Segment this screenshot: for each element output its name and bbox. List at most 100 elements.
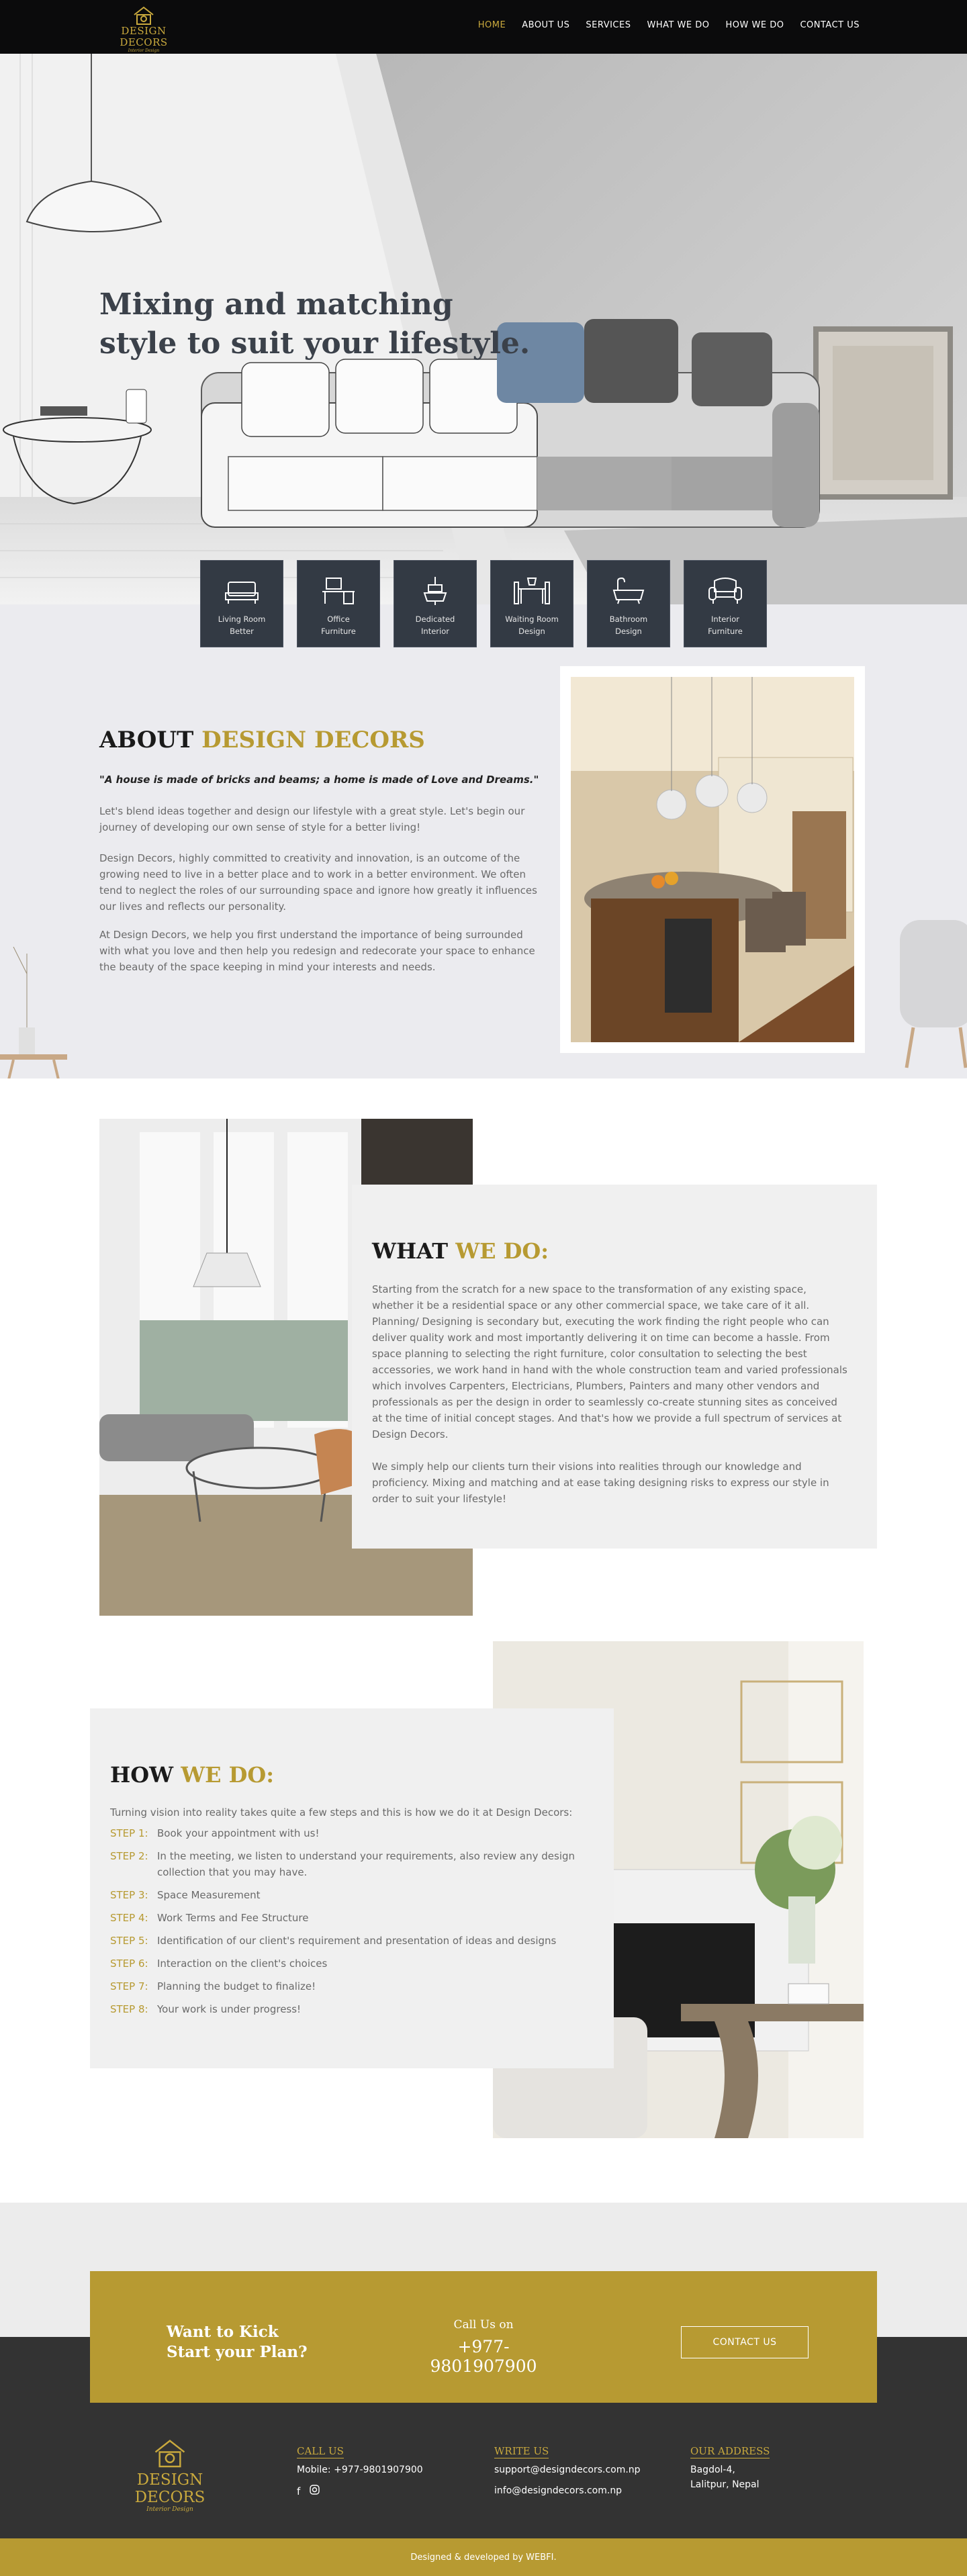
how-title-highlight: WE DO: [181, 1762, 275, 1788]
service-tile-label: Bathroom Design [609, 614, 648, 636]
social-links: f [297, 2481, 423, 2501]
service-tile-label: Interior Furniture [708, 614, 743, 636]
what-title-highlight: WE DO: [455, 1238, 549, 1264]
facebook-icon[interactable]: f [297, 2481, 300, 2501]
step-number: STEP 3: [110, 1889, 148, 1901]
how-we-do-title: HOW WE DO: [110, 1762, 587, 1788]
service-tile-label: Office Furniture [321, 614, 356, 636]
cta-call: Call Us on +977-9801907900 [416, 2318, 551, 2376]
about-paragraph-3: At Design Decors, we help you first unde… [99, 929, 535, 973]
nav-contact-us[interactable]: CONTACT US [800, 20, 860, 30]
cta-kick-text: Want to Kick Start your Plan? [167, 2322, 308, 2362]
dining-icon [514, 578, 550, 604]
cta-kick-line2: Start your Plan? [167, 2343, 308, 2361]
step-number: STEP 8: [110, 2003, 148, 2015]
how-step: STEP 3: Space Measurement [110, 1887, 587, 1903]
step-text: Identification of our client's requireme… [157, 1935, 557, 1947]
service-tile[interactable]: Waiting Room Design [490, 560, 573, 647]
service-tile[interactable]: Interior Furniture [684, 560, 767, 647]
step-number: STEP 6: [110, 1958, 148, 1970]
decor-armchair-icon [900, 920, 967, 1068]
kitchen-photo [571, 677, 854, 1042]
cta-kick-line1: Want to Kick [167, 2323, 279, 2341]
footer-email-support[interactable]: support@designdecors.com.np [494, 2463, 641, 2477]
footer-logo-brand: DESIGN DECORS [134, 2471, 205, 2506]
what-paragraph-1: Starting from the scratch for a new spac… [372, 1283, 847, 1440]
what-we-do-card: WHAT WE DO: Starting from the scratch fo… [352, 1185, 877, 1549]
footer-address-line2: Lalitpur, Nepal [690, 2479, 759, 2490]
footer-write-title: WRITE US [494, 2445, 549, 2458]
how-step: STEP 8: Your work is under progress! [110, 2001, 587, 2017]
hero-heading-line1: Mixing and matching [99, 287, 453, 322]
step-number: STEP 2: [110, 1850, 148, 1862]
how-step: STEP 2: In the meeting, we listen to unde… [110, 1848, 587, 1880]
footer-call-column: CALL US Mobile: +977-9801907900 f [297, 2442, 423, 2501]
how-we-do-card: HOW WE DO: Turning vision into reality t… [90, 1708, 614, 2068]
service-tile[interactable]: Bathroom Design [587, 560, 670, 647]
nav-home[interactable]: HOME [478, 20, 506, 30]
how-step: STEP 6: Interaction on the client's choic… [110, 1956, 587, 1972]
nav-about-us[interactable]: ABOUT US [522, 20, 569, 30]
step-text: Work Terms and Fee Structure [157, 1912, 309, 1924]
nav-services[interactable]: SERVICES [586, 20, 631, 30]
service-tile-label: Living Room Better [218, 614, 266, 636]
about-quote: "A house is made of bricks and beams; a … [99, 774, 539, 786]
house-logo-icon [154, 2440, 185, 2468]
step-text: Your work is under progress! [157, 2003, 302, 2015]
lamp-icon [423, 577, 447, 605]
armchair-icon [708, 578, 742, 604]
cta-call-title: Call Us on [453, 2318, 514, 2332]
step-text: Book your appointment with us! [157, 1827, 320, 1839]
service-tile[interactable]: Living Room Better [200, 560, 283, 647]
house-logo-icon [134, 6, 154, 25]
desk-icon [322, 578, 355, 604]
about-title-highlight: DESIGN DECORS [201, 727, 425, 753]
cta-contact-button[interactable]: CONTACT US [681, 2326, 809, 2358]
how-step: STEP 7: Planning the budget to finalize! [110, 1978, 587, 1994]
footer-logo[interactable]: DESIGN DECORS Interior Design [99, 2438, 240, 2513]
what-paragraph-2: We simply help our clients turn their vi… [372, 1461, 829, 1505]
about-paragraph-2: Design Decors, highly committed to creat… [99, 852, 537, 913]
service-tile[interactable]: Dedicated Interior [394, 560, 477, 647]
bathtub-icon [612, 577, 645, 604]
nav-how-we-do[interactable]: HOW WE DO [726, 20, 784, 30]
how-step: STEP 5: Identification of our client's re… [110, 1933, 587, 1949]
step-number: STEP 5: [110, 1935, 148, 1947]
service-tile[interactable]: Office Furniture [297, 560, 380, 647]
service-tiles: Living Room Better Office Furniture Dedicate… [200, 560, 767, 647]
footer-address-line1: Bagdol-4, [690, 2465, 735, 2475]
cta-banner: Want to Kick Start your Plan? Call Us on… [90, 2271, 877, 2403]
about-section: ABOUT DESIGN DECORS "A house is made of … [0, 604, 967, 1078]
service-tile-label: Dedicated Interior [415, 614, 455, 636]
footer-write-column: WRITE US support@designdecors.com.np inf… [494, 2442, 641, 2498]
instagram-icon[interactable] [310, 2481, 320, 2501]
how-intro: Turning vision into reality takes quite … [110, 1806, 573, 1819]
site-logo[interactable]: DESIGN DECORS Interior Design [99, 5, 188, 53]
logo-tagline: Interior Design [128, 48, 160, 53]
nav-what-we-do[interactable]: WHAT WE DO [647, 20, 709, 30]
step-text: Interaction on the client's choices [157, 1958, 328, 1970]
bed-icon [225, 582, 259, 604]
hero-heading: Mixing and matching style to suit your l… [99, 285, 583, 363]
footer-email-info[interactable]: info@designdecors.com.np [494, 2483, 641, 2498]
how-steps-list: STEP 1: Book your appointment with us! STE… [110, 1825, 587, 2017]
about-paragraph-1: Let's blend ideas together and design ou… [99, 805, 525, 833]
hero-banner: Mixing and matching style to suit your l… [0, 54, 967, 604]
footer-address-title: OUR ADDRESS [690, 2445, 770, 2458]
top-navbar: DESIGN DECORS Interior Design HOME ABOUT… [0, 0, 967, 54]
footer-logo-tagline: Interior Design [146, 2506, 193, 2513]
footer-mobile[interactable]: Mobile: +977-9801907900 [297, 2463, 423, 2477]
step-number: STEP 7: [110, 1980, 148, 1992]
how-step: STEP 4: Work Terms and Fee Structure [110, 1910, 587, 1926]
hero-heading-line2: style to suit your lifestyle. [99, 326, 531, 361]
about-title: ABOUT DESIGN DECORS [99, 727, 425, 753]
step-number: STEP 4: [110, 1912, 148, 1924]
what-title-prefix: WHAT [372, 1238, 456, 1264]
cta-phone[interactable]: +977-9801907900 [416, 2337, 551, 2376]
footer-call-title: CALL US [297, 2445, 344, 2458]
footer-credit[interactable]: Designed & developed by WEBFI. [410, 2552, 556, 2563]
about-title-prefix: ABOUT [99, 727, 202, 753]
main-menu: HOME ABOUT US SERVICES WHAT WE DO HOW WE… [478, 20, 860, 30]
service-tile-label: Waiting Room Design [505, 614, 559, 636]
step-text: In the meeting, we listen to understand … [157, 1850, 575, 1878]
